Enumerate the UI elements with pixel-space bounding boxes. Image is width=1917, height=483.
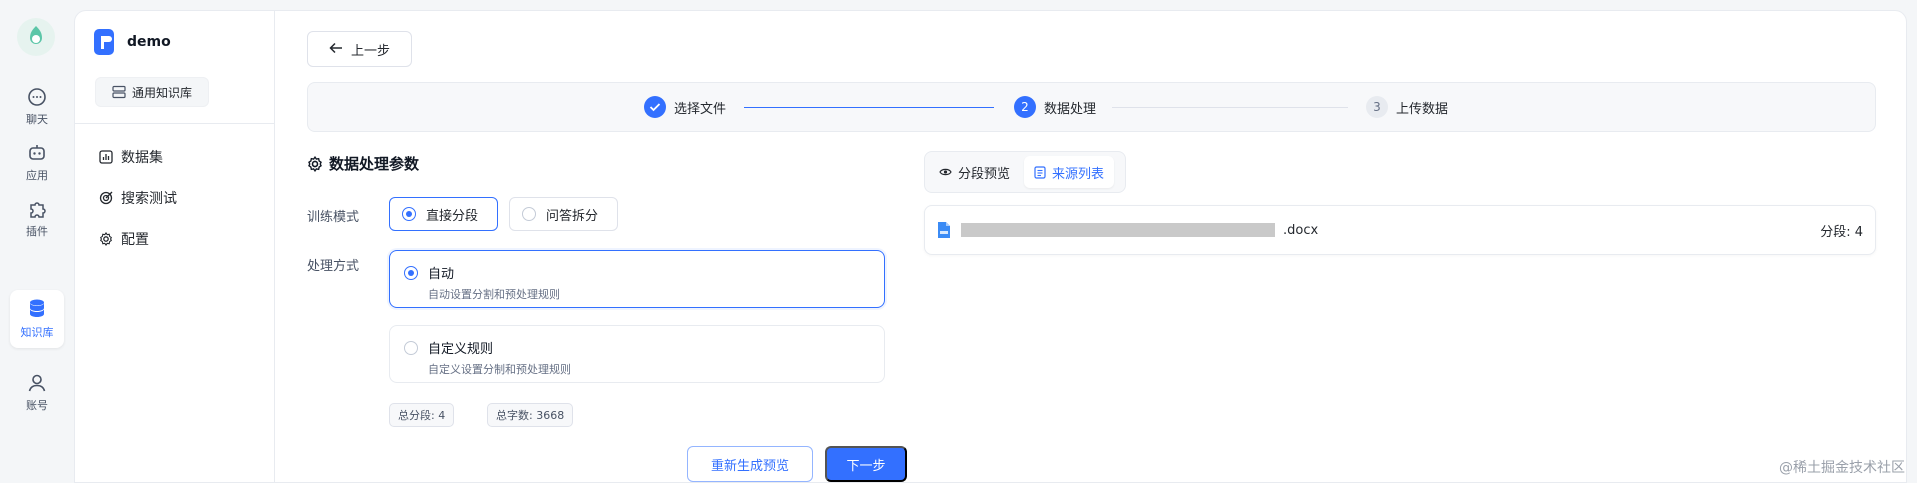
gear-icon [308,155,322,172]
docx-file-icon [938,222,950,238]
chart-icon [99,150,113,164]
method-desc: 自定义设置分制和预处理规则 [428,363,571,376]
tab-label: 分段预览 [958,166,1011,182]
back-button[interactable]: 上一步 [307,31,412,67]
rail-item-knowledge[interactable]: 知识库 [10,290,64,348]
rail-item-label: 聊天 [26,113,48,126]
kb-name: demo [127,34,171,50]
kb-menu-datasets[interactable]: 数据集 [99,147,163,167]
section-title-text: 数据处理参数 [329,155,420,173]
rail-item-label: 插件 [26,225,48,238]
step-index: 2 [1014,96,1036,118]
content-area: 上一步 选择文件 2 数据处理 3 上传数据 数据处理参数 训练模式 直接分段 … [275,11,1908,483]
stepper: 选择文件 2 数据处理 3 上传数据 [307,82,1876,132]
step-label: 选择文件 [674,101,727,117]
rail-item-plugins[interactable]: 插件 [10,190,64,248]
step-connector [744,107,994,108]
source-file-row[interactable]: .docx 分段: 4 [924,205,1876,255]
step-connector [1112,107,1348,108]
train-mode-qa[interactable]: 问答拆分 [509,197,618,231]
kb-menu-label: 数据集 [121,150,163,166]
check-icon [644,96,666,118]
rail-item-label: 应用 [26,169,48,182]
eye-icon [939,168,952,176]
preview-tabs: 分段预览 来源列表 [924,151,1126,193]
tab-label: 来源列表 [1052,166,1105,182]
kb-sidebar: demo 通用知识库 数据集 搜索测试 配置 [75,11,275,483]
server-icon [112,85,126,99]
stat-total-chars: 总字数: 3668 [487,403,574,427]
step-label: 上传数据 [1396,101,1449,117]
step-index: 3 [1366,96,1388,118]
user-avatar[interactable] [17,18,55,56]
step-select-file: 选择文件 [644,96,726,118]
app-root: 聊天 应用 插件 知识库 账号 demo 通用知识库 数据集 搜索测试 配置 上… [0,0,1917,483]
section-title: 数据处理参数 [307,153,419,174]
file-chunk-count: 分段: 4 [1820,224,1863,240]
kb-type-tag: 通用知识库 [95,77,209,107]
kb-menu-search-test[interactable]: 搜索测试 [99,188,177,208]
rail-item-label: 知识库 [20,326,54,339]
method-custom[interactable]: 自定义规则 自定义设置分制和预处理规则 [389,325,885,383]
kb-menu-label: 搜索测试 [121,191,177,207]
puzzle-icon [30,202,46,218]
radio-selected [404,265,418,280]
radio-selected [402,207,416,221]
train-mode-direct[interactable]: 直接分段 [389,197,498,231]
kb-logo-icon [94,29,114,55]
stat-total-chunks: 总分段: 4 [389,403,455,427]
next-step-button[interactable]: 下一步 [825,446,907,482]
file-extension: .docx [1283,222,1319,238]
radio-label: 直接分段 [426,208,479,224]
user-icon [28,374,46,392]
regenerate-preview-button[interactable]: 重新生成预览 [687,446,813,482]
tab-chunk-preview[interactable]: 分段预览 [929,156,1020,188]
kb-type-label: 通用知识库 [131,85,192,100]
main-card: demo 通用知识库 数据集 搜索测试 配置 上一步 选择文件 2 数据处理 3… [74,10,1907,483]
redacted-filename [961,223,1275,237]
radio-label: 问答拆分 [546,208,599,224]
method-desc: 自动设置分割和预处理规则 [428,288,560,301]
radio-unselected [522,207,536,221]
gear-icon [100,232,112,246]
rail-item-label: 账号 [26,399,48,412]
method-title: 自动 [428,267,455,282]
avatar-icon [30,26,42,44]
rail-item-account[interactable]: 账号 [10,364,64,422]
train-mode-label: 训练模式 [307,210,360,225]
target-icon [99,191,113,205]
method-auto[interactable]: 自动 自动设置分割和预处理规则 [389,250,885,308]
method-label: 处理方式 [307,259,360,274]
radio-unselected [404,340,418,355]
back-button-label: 上一步 [350,42,390,58]
rail-item-chat[interactable]: 聊天 [10,78,64,136]
kb-menu-config[interactable]: 配置 [99,229,149,249]
step-upload: 3 上传数据 [1366,96,1448,118]
chat-bubble-icon [28,88,46,106]
rail-item-apps[interactable]: 应用 [10,134,64,192]
method-title: 自定义规则 [428,342,494,357]
nav-rail: 聊天 应用 插件 知识库 账号 [0,0,74,483]
step-label: 数据处理 [1044,101,1097,117]
kb-header: demo [93,28,171,56]
kb-divider [75,123,274,124]
kb-menu-label: 配置 [121,232,149,248]
database-icon [30,299,44,317]
step-data-process: 2 数据处理 [1014,96,1096,118]
watermark: @稀土掘金技术社区 [1779,460,1905,476]
tab-source-list[interactable]: 来源列表 [1024,156,1115,188]
doc-list-icon [1034,165,1046,179]
robot-icon [29,145,45,160]
arrow-left-icon [329,42,343,57]
